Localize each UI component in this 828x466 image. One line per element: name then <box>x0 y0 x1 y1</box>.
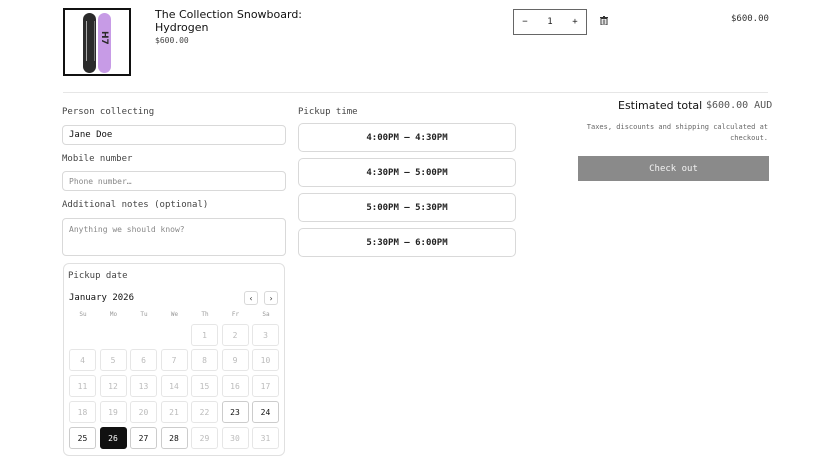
product-price: $600.00 <box>155 36 189 45</box>
calendar-day: 18 <box>69 401 96 423</box>
checkout-button[interactable]: Check out <box>578 156 769 181</box>
calendar-day: 19 <box>99 401 127 423</box>
increment-button[interactable]: + <box>564 17 586 27</box>
weekday-header: Th <box>201 311 209 318</box>
calendar-day: 14 <box>160 375 188 397</box>
calendar-day: 15 <box>191 375 218 397</box>
snowboard-image-dark <box>83 13 96 73</box>
pickup-time-label: Pickup time <box>298 107 358 117</box>
calendar-day: 22 <box>191 401 218 423</box>
calendar-day: 1 <box>191 324 218 346</box>
person-collecting-label: Person collecting <box>62 107 155 117</box>
weekday-header: Fr <box>231 311 240 318</box>
quantity-value[interactable]: 1 <box>539 17 561 27</box>
calendar-day[interactable]: 23 <box>221 401 249 423</box>
time-slot-4[interactable]: 5:30PM – 6:00PM <box>298 228 516 257</box>
calendar-day: 9 <box>221 349 249 371</box>
calendar-day: 20 <box>130 401 157 423</box>
calendar-month: January 2026 <box>69 293 135 303</box>
calendar-day[interactable]: 27 <box>130 427 157 449</box>
line-total: $600.00 <box>731 14 769 24</box>
calendar-day: 31 <box>252 427 279 449</box>
person-collecting-input[interactable]: Jane Doe <box>62 125 286 145</box>
weekday-header: We <box>170 311 179 318</box>
decrement-button[interactable]: − <box>514 17 536 27</box>
weekday-header: Tu <box>140 311 148 318</box>
calendar-day: 30 <box>221 427 249 449</box>
trash-icon[interactable] <box>600 16 608 25</box>
calendar-day: 10 <box>252 349 279 371</box>
calendar-day: 7 <box>160 349 188 371</box>
estimated-total-label: Estimated total <box>618 99 703 112</box>
calendar-day: 6 <box>130 349 157 371</box>
weekday-header: Su <box>79 311 87 318</box>
weekday-header: Sa <box>262 311 270 318</box>
divider <box>63 92 768 93</box>
calendar-day: 4 <box>69 349 96 371</box>
calendar-day: 13 <box>130 375 157 397</box>
product-title[interactable]: The Collection Snowboard: Hydrogen <box>155 8 305 34</box>
tax-note: Taxes, discounts and shipping calculated… <box>586 123 768 142</box>
calendar-day: 21 <box>160 401 188 423</box>
calendar-day: 16 <box>221 375 249 397</box>
mobile-number-input[interactable]: Phone number… <box>62 171 286 191</box>
calendar-day: 2 <box>221 324 249 346</box>
calendar-day[interactable]: 25 <box>69 427 96 449</box>
pickup-date-label: Pickup date <box>68 271 128 281</box>
calendar-day: 8 <box>191 349 218 371</box>
time-slot-1[interactable]: 4:00PM – 4:30PM <box>298 123 516 152</box>
mobile-number-label: Mobile number <box>62 154 133 164</box>
calendar-day: 11 <box>69 375 96 397</box>
calendar-day: 3 <box>252 324 279 346</box>
calendar-day: 5 <box>99 349 127 371</box>
product-thumbnail[interactable] <box>63 8 131 76</box>
calendar-day[interactable]: 28 <box>160 427 188 449</box>
notes-textarea[interactable]: Anything we should know? <box>62 218 286 256</box>
snowboard-image-purple <box>98 13 111 73</box>
weekday-header: Mo <box>109 311 118 318</box>
time-slot-2[interactable]: 4:30PM – 5:00PM <box>298 158 516 187</box>
calendar-day: 12 <box>99 375 127 397</box>
calendar-day[interactable]: 24 <box>252 401 279 423</box>
notes-label: Additional notes (optional) <box>62 200 209 210</box>
next-month-button[interactable]: › <box>264 291 278 305</box>
quantity-stepper: − 1 + <box>513 9 587 35</box>
time-slot-3[interactable]: 5:00PM – 5:30PM <box>298 193 516 222</box>
estimated-total-value: $600.00 AUD <box>706 100 773 111</box>
calendar-day[interactable]: 26 <box>99 427 127 449</box>
calendar-day: 29 <box>191 427 218 449</box>
prev-month-button[interactable]: ‹ <box>244 291 258 305</box>
calendar-day: 17 <box>252 375 279 397</box>
